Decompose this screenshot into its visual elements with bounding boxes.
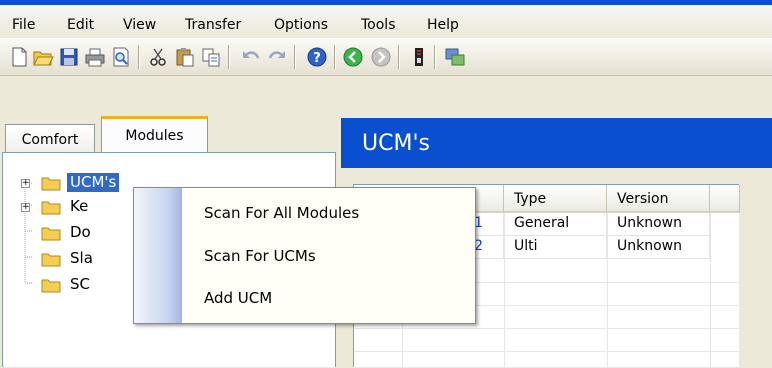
expand-icon[interactable]: + bbox=[21, 203, 30, 212]
context-menu-gutter bbox=[134, 188, 182, 323]
grid-line bbox=[504, 213, 505, 368]
menu-transfer[interactable]: Transfer bbox=[185, 17, 241, 33]
undo-icon[interactable] bbox=[240, 46, 262, 68]
tree-item-label: SC bbox=[70, 275, 90, 293]
copy-icon[interactable] bbox=[200, 46, 222, 68]
folder-icon bbox=[41, 177, 61, 191]
left-tab-strip: Comfort Modules bbox=[0, 112, 340, 161]
column-header-filler bbox=[710, 185, 740, 213]
toolbar-separator bbox=[398, 45, 400, 69]
menu-file[interactable]: File bbox=[12, 17, 35, 33]
forward-icon[interactable] bbox=[370, 46, 392, 68]
column-header-version[interactable]: Version bbox=[607, 185, 710, 213]
folder-icon bbox=[41, 279, 61, 293]
print-preview-icon[interactable] bbox=[110, 46, 132, 68]
panel-header: UCM's bbox=[341, 118, 772, 168]
help-icon[interactable]: ? bbox=[306, 46, 328, 68]
folder-icon bbox=[41, 227, 61, 241]
tree-item-label: Ke bbox=[70, 197, 89, 215]
expand-icon[interactable]: + bbox=[21, 179, 30, 188]
toolbar-separator bbox=[434, 45, 436, 69]
menu-help[interactable]: Help bbox=[427, 17, 459, 33]
panel-title: UCM's bbox=[362, 131, 430, 156]
transfer-icon[interactable] bbox=[444, 46, 466, 68]
row-version: Unknown bbox=[607, 213, 710, 236]
save-icon[interactable] bbox=[58, 46, 80, 68]
toolbar-separator bbox=[138, 45, 140, 69]
menu-view[interactable]: View bbox=[123, 17, 156, 33]
folder-icon bbox=[41, 201, 61, 215]
toolbar-separator bbox=[334, 45, 336, 69]
receive-icon[interactable] bbox=[408, 46, 430, 68]
row-version: Unknown bbox=[607, 236, 710, 259]
new-icon[interactable] bbox=[8, 46, 30, 68]
menu-bar: File Edit View Transfer Options Tools He… bbox=[0, 5, 772, 38]
column-header-type[interactable]: Type bbox=[504, 185, 607, 213]
toolbar: ? bbox=[0, 38, 772, 76]
grid-line bbox=[710, 213, 711, 368]
menu-item-scan-all-modules[interactable]: Scan For All Modules bbox=[204, 204, 359, 222]
context-menu: Scan For All Modules Scan For UCMs Add U… bbox=[133, 187, 476, 324]
folder-icon bbox=[41, 253, 61, 267]
menu-edit[interactable]: Edit bbox=[67, 17, 94, 33]
print-icon[interactable] bbox=[84, 46, 106, 68]
open-icon[interactable] bbox=[32, 46, 54, 68]
grid-line bbox=[354, 328, 740, 329]
toolbar-separator bbox=[228, 45, 230, 69]
grid-line bbox=[607, 213, 608, 368]
paste-icon[interactable] bbox=[174, 46, 196, 68]
grid-line bbox=[354, 351, 740, 352]
row-type: General bbox=[504, 213, 607, 236]
toolbar-separator bbox=[294, 45, 296, 69]
back-icon[interactable] bbox=[342, 46, 364, 68]
cut-icon[interactable] bbox=[147, 46, 169, 68]
menu-item-scan-ucms[interactable]: Scan For UCMs bbox=[204, 247, 316, 265]
redo-icon[interactable] bbox=[266, 46, 288, 68]
tree-item-label: Sla bbox=[70, 249, 93, 267]
menu-tools[interactable]: Tools bbox=[361, 17, 396, 33]
menu-options[interactable]: Options bbox=[274, 17, 328, 33]
row-type: Ulti bbox=[504, 236, 607, 259]
tree-item-label: Do bbox=[70, 223, 91, 241]
menu-item-add-ucm[interactable]: Add UCM bbox=[204, 289, 272, 307]
svg-text:?: ? bbox=[313, 51, 321, 66]
tree-item-label: UCM's bbox=[67, 173, 120, 192]
